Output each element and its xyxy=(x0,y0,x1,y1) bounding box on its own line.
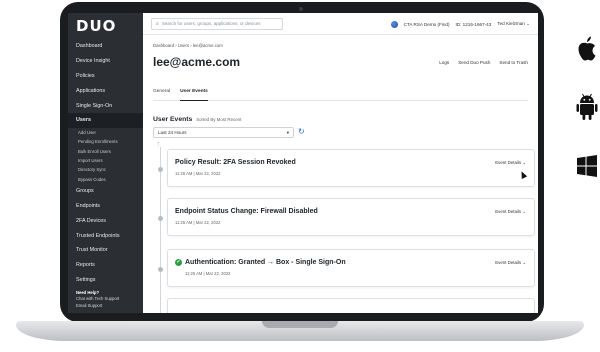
breadcrumb-users[interactable]: Users xyxy=(178,43,189,48)
chevron-down-icon: ▾ xyxy=(286,129,289,135)
logo-text: DUO xyxy=(76,17,117,35)
time-range-value: Last 24 Hours xyxy=(158,130,187,135)
refresh-icon[interactable]: ↻ xyxy=(298,127,305,136)
laptop-camera xyxy=(299,7,303,11)
sidebar-item-settings[interactable]: Settings xyxy=(68,273,143,288)
sidebar-subitem-bypass-codes[interactable]: Bypass Codes xyxy=(68,175,143,184)
event-title: Endpoint Status Change: Firewall Disable… xyxy=(175,208,318,215)
breadcrumb: Dashboard › Users › lee@acme.com xyxy=(153,43,223,48)
event-card[interactable]: Policy Result: 2FA Session Revoked 11:25… xyxy=(167,149,535,187)
breadcrumb-current: lee@acme.com xyxy=(192,43,223,48)
screen: DUO Dashboard Device Insight Policies Ap… xyxy=(68,13,538,313)
event-time: 11:25 AM | Mar 22, 2022 xyxy=(185,271,231,276)
logs-link[interactable]: Logs xyxy=(439,60,449,65)
tab-general[interactable]: General xyxy=(153,87,170,101)
user-menu[interactable]: Ted Kielzman ⌄ xyxy=(497,21,530,27)
tab-bar: General User Events xyxy=(153,87,528,101)
android-icon xyxy=(576,93,598,120)
event-title: ✓ Authentication: Granted → Box - Single … xyxy=(175,259,346,266)
sidebar-subitem-add-user[interactable]: Add User xyxy=(68,128,143,137)
sidebar-subitem-directory-sync[interactable]: Directory Sync xyxy=(68,165,143,174)
sidebar-subitem-bulk-enroll[interactable]: Bulk Enroll Users xyxy=(68,146,143,155)
send-to-trash-link[interactable]: Send to Trash xyxy=(499,60,528,65)
top-bar: ⌕ Search for users, groups, applications… xyxy=(143,13,538,35)
event-title-text: Authentication: Granted → Box - Single S… xyxy=(185,259,346,266)
chat-support-link[interactable]: Chat with Tech Support xyxy=(76,296,119,303)
timeline-dot xyxy=(158,167,163,172)
sidebar-item-reports[interactable]: Reports xyxy=(68,258,143,273)
event-card[interactable] xyxy=(167,298,535,313)
search-input[interactable]: ⌕ Search for users, groups, applications… xyxy=(151,17,283,30)
event-details-toggle[interactable]: Event Details ⌄ xyxy=(495,160,526,166)
account-name[interactable]: CTA RSA Demo (Find) xyxy=(404,22,450,27)
timeline-dot xyxy=(158,216,163,221)
check-circle-icon: ✓ xyxy=(175,259,182,266)
events-heading-text: User Events xyxy=(153,116,193,123)
sidebar-item-device-insight[interactable]: Device Insight xyxy=(68,54,143,69)
event-details-toggle[interactable]: Event Details ⌄ xyxy=(495,260,526,266)
globe-icon xyxy=(390,20,398,28)
event-time: 11:25 AM | Mar 22, 2022 xyxy=(175,171,221,176)
sidebar-item-applications[interactable]: Applications xyxy=(68,83,143,98)
search-icon: ⌕ xyxy=(156,20,159,27)
duo-logo[interactable]: DUO xyxy=(68,13,143,39)
sidebar-subitem-pending-enrollments[interactable]: Pending Enrollments xyxy=(68,137,143,146)
apple-icon xyxy=(578,36,596,61)
page-title: lee@acme.com xyxy=(153,55,241,69)
search-placeholder: Search for users, groups, applications, … xyxy=(161,21,261,26)
send-duo-push-link[interactable]: Send Duo Push xyxy=(458,60,490,65)
sidebar-item-dashboard[interactable]: Dashboard xyxy=(68,39,143,54)
tab-user-events[interactable]: User Events xyxy=(180,87,208,101)
sidebar-item-single-sign-on[interactable]: Single Sign-On xyxy=(68,98,143,113)
sidebar-item-endpoints[interactable]: Endpoints xyxy=(68,199,143,214)
main-content: Dashboard › Users › lee@acme.com lee@acm… xyxy=(143,35,538,313)
time-range-select[interactable]: Last 24 Hours ▾ xyxy=(153,127,294,138)
sidebar-item-2fa-devices[interactable]: 2FA Devices xyxy=(68,214,143,229)
sort-note: Sorted By Most Recent xyxy=(196,117,242,122)
help-block: Need Help? Chat with Tech Support Email … xyxy=(76,290,119,310)
event-card[interactable]: Endpoint Status Change: Firewall Disable… xyxy=(167,198,535,236)
chevron-down-icon: ⌄ xyxy=(526,21,530,26)
laptop-notch xyxy=(262,321,338,328)
chevron-down-icon: ⌄ xyxy=(522,160,526,165)
timeline-dot xyxy=(158,267,163,272)
event-card[interactable]: ✓ Authentication: Granted → Box - Single … xyxy=(167,249,535,287)
account-id: ID: 1216-1667-43 xyxy=(455,21,492,27)
event-details-label: Event Details xyxy=(495,160,522,165)
event-details-label: Event Details xyxy=(495,260,522,265)
sidebar-item-trust-monitor[interactable]: Trust Monitor xyxy=(68,243,143,258)
sidebar-item-groups[interactable]: Groups xyxy=(68,184,143,199)
breadcrumb-dashboard[interactable]: Dashboard xyxy=(153,43,174,48)
user-name: Ted Kielzman xyxy=(497,21,525,26)
event-time: 11:25 AM | Mar 22, 2022 xyxy=(175,220,221,225)
sidebar-item-policies[interactable]: Policies xyxy=(68,69,143,84)
help-title: Need Help? xyxy=(76,289,100,295)
event-title: Policy Result: 2FA Session Revoked xyxy=(175,159,296,166)
events-heading: User Events Sorted By Most Recent xyxy=(153,116,241,123)
sidebar-subitem-import-users[interactable]: Import Users xyxy=(68,156,143,165)
sidebar: DUO Dashboard Device Insight Policies Ap… xyxy=(68,13,143,313)
account-area: CTA RSA Demo (Find) ID: 1216-1667-43 Ted… xyxy=(390,13,530,35)
stage: DUO Dashboard Device Insight Policies Ap… xyxy=(0,0,600,352)
event-details-label: Event Details xyxy=(495,209,522,214)
chevron-down-icon: ⌄ xyxy=(522,260,526,265)
sidebar-item-trusted-endpoints[interactable]: Trusted Endpoints xyxy=(68,228,143,243)
event-details-toggle[interactable]: Event Details ⌄ xyxy=(495,209,526,215)
sidebar-item-users[interactable]: Users xyxy=(68,112,143,128)
windows-icon xyxy=(577,155,597,177)
chevron-down-icon: ⌄ xyxy=(522,209,526,214)
email-support-link[interactable]: Email Support xyxy=(76,303,119,310)
page-actions: Logs Send Duo Push Send to Trash xyxy=(439,60,528,65)
